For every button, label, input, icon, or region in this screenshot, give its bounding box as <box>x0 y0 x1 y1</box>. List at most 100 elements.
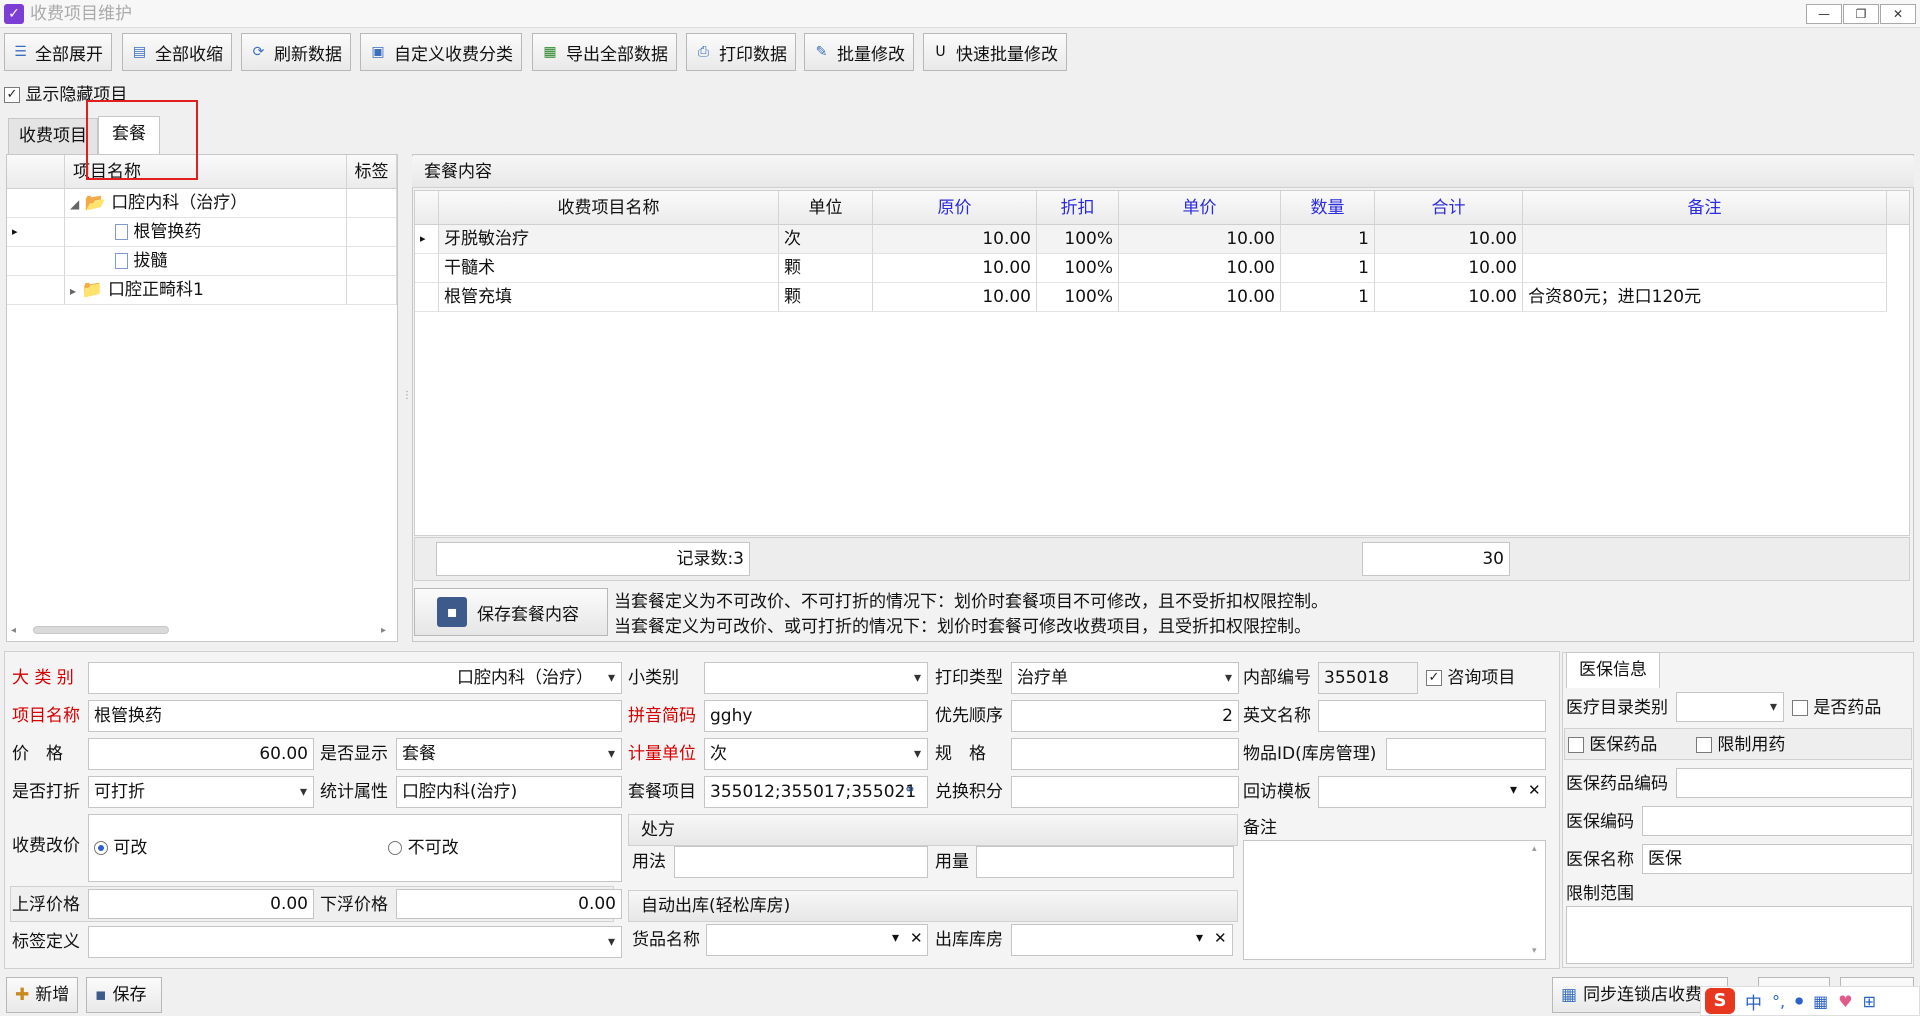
up-price-field[interactable]: 0.00 <box>88 889 314 919</box>
col-quantity[interactable]: 数量 <box>1281 191 1375 225</box>
tree-node[interactable]: 根管换药 <box>65 218 347 247</box>
keyboard-icon[interactable]: ▦ <box>1813 992 1828 1011</box>
dosage-field[interactable] <box>976 846 1234 878</box>
tree-node[interactable]: ◢ 📂 口腔内科（治疗） <box>65 189 347 218</box>
consult-checkbox[interactable]: ✓ <box>1426 670 1442 686</box>
table-cell[interactable]: 根管充填 <box>439 283 779 312</box>
microphone-icon[interactable]: ⏺ <box>1795 991 1803 1011</box>
restricted-checkbox[interactable] <box>1696 737 1712 753</box>
tag-def-select[interactable] <box>88 926 622 958</box>
remark-textarea[interactable] <box>1243 840 1546 960</box>
table-cell[interactable]: 次 <box>779 225 873 254</box>
table-cell[interactable]: 100% <box>1037 254 1119 283</box>
table-cell[interactable]: 1 <box>1281 283 1375 312</box>
export-all-button[interactable]: ▦ 导出全部数据 <box>532 33 677 71</box>
col-unit-price[interactable]: 单价 <box>1119 191 1281 225</box>
tree-node[interactable]: ▸ 📁 口腔正畸科1 <box>65 276 347 305</box>
table-cell[interactable]: 1 <box>1281 225 1375 254</box>
col-unit[interactable]: 单位 <box>779 191 873 225</box>
add-button[interactable]: ✚ 新增 <box>6 977 78 1013</box>
item-id-field[interactable] <box>1386 738 1546 770</box>
refresh-button[interactable]: ⟳ 刷新数据 <box>241 33 351 71</box>
is-drug-checkbox[interactable] <box>1792 700 1808 716</box>
batch-edit-button[interactable]: ✎ 批量修改 <box>804 33 914 71</box>
item-name-field[interactable]: 根管换药 <box>88 700 622 732</box>
expand-all-button[interactable]: ☰ 全部展开 <box>4 33 112 71</box>
col-item-name[interactable]: 收费项目名称 <box>439 191 779 225</box>
ime-lang[interactable]: 中 <box>1745 989 1762 1014</box>
binoculars-icon[interactable]: ⚭ <box>904 782 916 798</box>
ins-drug-toggle[interactable]: 医保药品 <box>1568 729 1657 761</box>
tree-col-tag[interactable]: 标签 <box>347 155 397 189</box>
table-cell[interactable]: 10.00 <box>873 254 1037 283</box>
priority-field[interactable]: 2 <box>1011 700 1239 732</box>
display-select[interactable]: 套餐 <box>396 738 622 770</box>
clear-icon[interactable]: ✕ <box>1528 781 1541 799</box>
category-select[interactable]: 口腔内科（治疗） <box>88 662 622 694</box>
col-total[interactable]: 合计 <box>1375 191 1523 225</box>
col-remark[interactable]: 备注 <box>1523 191 1887 225</box>
restricted-toggle[interactable]: 限制用药 <box>1696 729 1785 761</box>
col-discount[interactable]: 折扣 <box>1037 191 1119 225</box>
dropdown-arrow-icon[interactable]: ▾ <box>892 930 899 946</box>
collapse-all-button[interactable]: ▤ 全部收缩 <box>122 33 232 71</box>
spec-field[interactable] <box>1011 738 1239 770</box>
minimize-button[interactable]: — <box>1806 4 1842 24</box>
table-cell[interactable]: 颗 <box>779 254 873 283</box>
consult-toggle[interactable]: ✓ 咨询项目 <box>1426 662 1515 694</box>
table-cell[interactable]: 10.00 <box>1119 225 1281 254</box>
table-cell[interactable] <box>1523 254 1887 283</box>
save-package-button[interactable]: ▪ 保存套餐内容 <box>414 588 608 636</box>
table-cell[interactable]: 颗 <box>779 283 873 312</box>
tree-node[interactable]: 拔髓 <box>65 247 347 276</box>
table-cell[interactable]: 10.00 <box>1375 254 1523 283</box>
skin-icon[interactable]: ♥ <box>1838 992 1852 1011</box>
punctuation-icon[interactable]: °, <box>1772 992 1785 1011</box>
custom-category-button[interactable]: ▣ 自定义收费分类 <box>360 33 522 71</box>
table-cell[interactable]: 1 <box>1281 254 1375 283</box>
catalog-select[interactable] <box>1676 692 1784 722</box>
print-button[interactable]: ⎙ 打印数据 <box>686 33 796 71</box>
scroll-thumb[interactable] <box>33 626 169 634</box>
ins-name-field[interactable]: 医保 <box>1642 844 1912 874</box>
table-cell[interactable]: 10.00 <box>1119 254 1281 283</box>
change-no-radio[interactable] <box>388 841 403 855</box>
ime-toolbar[interactable]: S 中 °, ⏺ ▦ ♥ ⊞ <box>1700 986 1920 1016</box>
quick-batch-edit-button[interactable]: U 快速批量修改 <box>923 33 1067 71</box>
tab-insurance-info[interactable]: 医保信息 <box>1566 652 1660 688</box>
col-orig-price[interactable]: 原价 <box>873 191 1037 225</box>
package-items-field[interactable]: 355012;355017;355021 <box>704 776 928 808</box>
print-type-select[interactable]: 治疗单 <box>1011 662 1239 694</box>
table-cell[interactable]: 10.00 <box>1375 283 1523 312</box>
unit-select[interactable]: 次 <box>704 738 928 770</box>
save-button[interactable]: ▪ 保存 <box>86 977 162 1013</box>
ins-code-field[interactable] <box>1642 806 1912 836</box>
table-cell[interactable]: 牙脱敏治疗 <box>439 225 779 254</box>
price-field[interactable]: 60.00 <box>88 738 314 770</box>
tab-charge-items[interactable]: 收费项目 <box>8 118 98 154</box>
internal-code-field[interactable]: 355018 <box>1318 662 1418 694</box>
english-name-field[interactable] <box>1318 700 1546 732</box>
tree-hscrollbar[interactable]: ◂ ▸ <box>11 623 391 637</box>
table-cell[interactable]: 100% <box>1037 283 1119 312</box>
table-cell[interactable]: 干髓术 <box>439 254 779 283</box>
table-cell[interactable]: 100% <box>1037 225 1119 254</box>
discount-select[interactable]: 可打折 <box>88 776 314 808</box>
stat-field[interactable]: 口腔内科(治疗) <box>396 776 622 808</box>
pinyin-field[interactable]: gghy <box>704 700 928 732</box>
subcategory-select[interactable] <box>704 662 928 694</box>
table-cell[interactable]: 合资80元；进口120元 <box>1523 283 1887 312</box>
table-cell[interactable] <box>1523 225 1887 254</box>
ins-drug-checkbox[interactable] <box>1568 737 1584 753</box>
usage-field[interactable] <box>674 846 928 878</box>
change-yes-radio[interactable] <box>94 841 108 855</box>
apps-icon[interactable]: ⊞ <box>1863 992 1876 1011</box>
points-field[interactable] <box>1011 776 1239 808</box>
show-hidden-checkbox[interactable]: ✓ <box>4 87 20 103</box>
table-cell[interactable]: 10.00 <box>1119 283 1281 312</box>
is-drug-toggle[interactable]: 是否药品 <box>1792 692 1881 724</box>
clear-icon[interactable]: ✕ <box>910 929 923 947</box>
dropdown-arrow-icon[interactable]: ▾ <box>1510 782 1517 798</box>
table-cell[interactable]: 10.00 <box>873 225 1037 254</box>
restore-button[interactable]: ❐ <box>1843 4 1879 24</box>
